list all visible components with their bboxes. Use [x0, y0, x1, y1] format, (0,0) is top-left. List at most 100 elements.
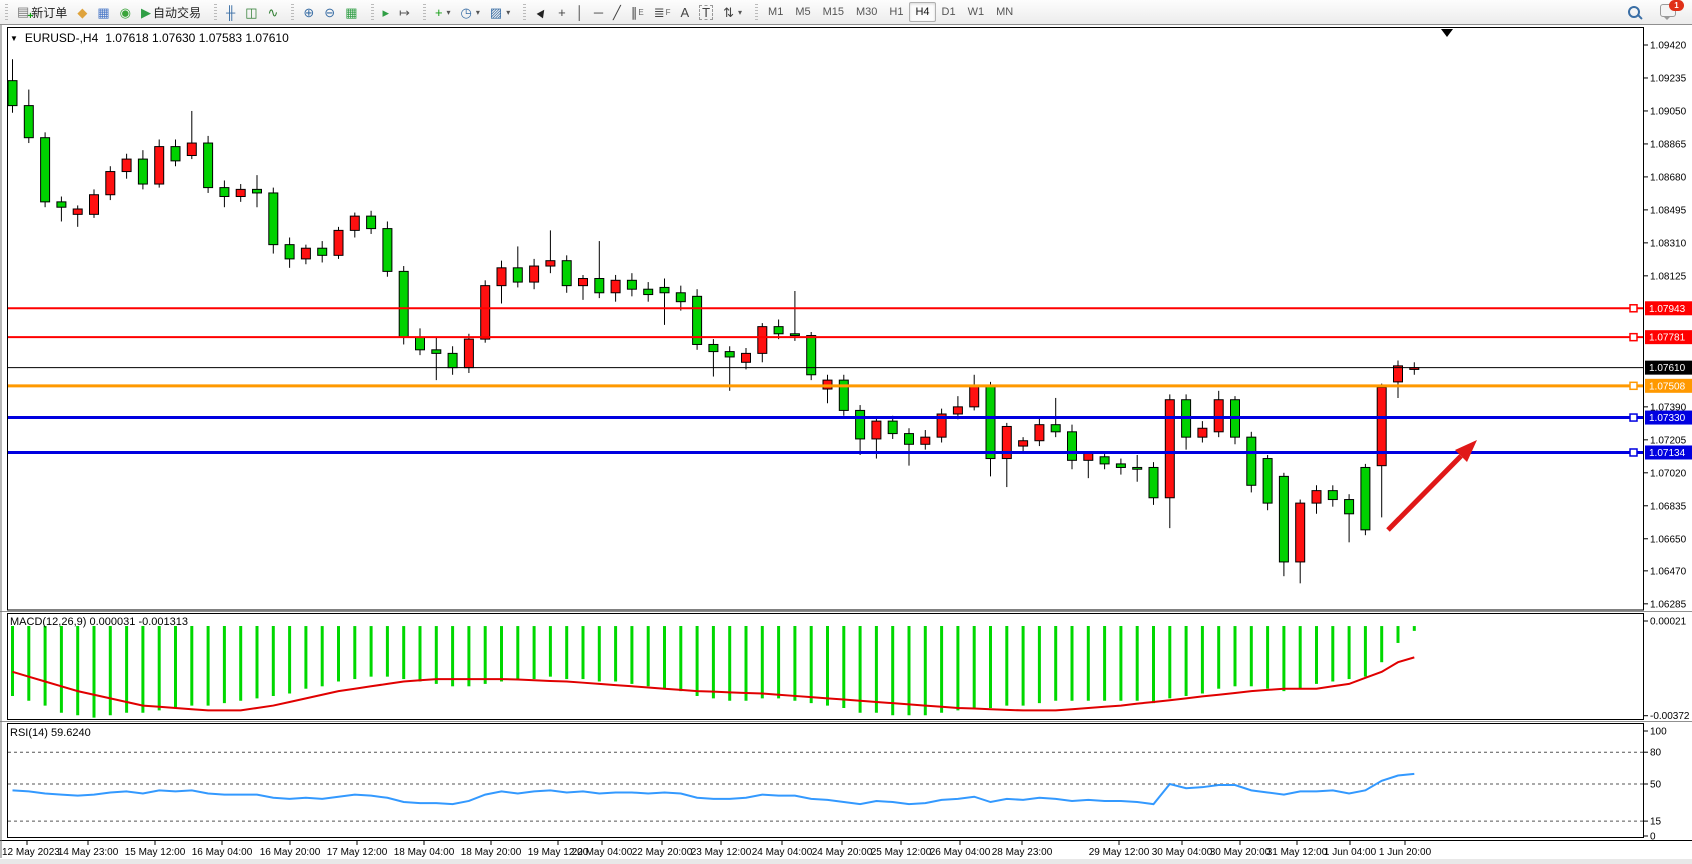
- templates-button[interactable]: ▨▾: [485, 0, 515, 24]
- chart-shift-button[interactable]: ↦: [394, 0, 415, 24]
- chart-canvas: 1.094201.092351.090501.088651.086801.084…: [0, 0, 1692, 864]
- horizontal-line-button[interactable]: ─: [589, 0, 608, 24]
- icon-subscript: E: [638, 8, 643, 17]
- bull-candle: [122, 159, 131, 171]
- bear-candle: [253, 189, 262, 193]
- arrows-button[interactable]: ⇅▾: [718, 0, 747, 24]
- vertical-line-button[interactable]: │: [571, 0, 589, 24]
- candlestick-icon: ◫: [245, 6, 257, 19]
- bull-candle: [1198, 428, 1207, 437]
- zoom-out-icon: ⊖: [324, 6, 335, 19]
- ohlc-values-label: 1.07618 1.07630 1.07583 1.07610: [105, 31, 289, 45]
- time-tick-label: 22 May 20:00: [632, 847, 693, 858]
- time-tick-label: 30 May 04:00: [1152, 847, 1213, 858]
- chevron-down-icon[interactable]: ▾: [476, 8, 480, 17]
- price-tick-label: 1.09420: [1650, 41, 1687, 52]
- rsi-axis-label: 50: [1650, 780, 1662, 791]
- bar-chart-icon: ╫: [226, 6, 235, 19]
- chevron-down-icon[interactable]: ▾: [506, 8, 510, 17]
- channel-button[interactable]: ∥E: [626, 0, 649, 24]
- price-label: 1.07508: [1649, 381, 1686, 392]
- hline-handle[interactable]: [1630, 334, 1637, 341]
- bull-candle: [530, 266, 539, 282]
- bar-chart-button[interactable]: ╫: [221, 0, 240, 24]
- bull-candle: [464, 339, 473, 368]
- indicator-plus-icon: +: [435, 6, 443, 19]
- autotrade-button[interactable]: ▶自动交易: [136, 0, 206, 24]
- bear-candle: [905, 434, 914, 445]
- timeframe-h4[interactable]: H4: [909, 2, 935, 22]
- periods-button[interactable]: ◷▾: [456, 0, 485, 24]
- zoom-in-button[interactable]: ⊕: [298, 0, 319, 24]
- timeframe-m1[interactable]: M1: [762, 2, 789, 22]
- navigator-button[interactable]: ▦: [92, 0, 114, 24]
- market-watch-button[interactable]: ◆: [72, 0, 92, 24]
- auto-scroll-button[interactable]: ▸: [378, 0, 395, 24]
- vertical-line-icon: │: [576, 6, 584, 19]
- macd-indicator-label: MACD(12,26,9) 0.000031 -0.001313: [10, 616, 188, 628]
- tile-windows-icon: ▦: [345, 6, 357, 19]
- bear-candle: [513, 268, 522, 282]
- rsi-axis-label: 15: [1650, 817, 1662, 828]
- bull-candle: [872, 421, 881, 439]
- text-label-button[interactable]: T: [694, 0, 718, 24]
- bear-candle: [1279, 476, 1288, 562]
- bear-candle: [1328, 491, 1337, 500]
- time-tick-label: 23 May 12:00: [691, 847, 752, 858]
- bear-candle: [285, 245, 294, 259]
- chart-shift-icon: ↦: [399, 6, 410, 19]
- candlestick-button[interactable]: ◫: [240, 0, 262, 24]
- crosshair-button[interactable]: +: [553, 0, 571, 24]
- timeframe-m5[interactable]: M5: [789, 2, 816, 22]
- bear-candle: [856, 410, 865, 439]
- time-tick-label: 25 May 12:00: [871, 847, 932, 858]
- crosshair-icon: +: [558, 6, 566, 19]
- hline-handle[interactable]: [1630, 449, 1637, 456]
- bear-candle: [774, 327, 783, 334]
- hline-handle[interactable]: [1630, 382, 1637, 389]
- time-tick-label: 14 May 23:00: [58, 847, 119, 858]
- trendline-button[interactable]: ╱: [608, 0, 626, 24]
- price-tick-label: 1.07020: [1650, 468, 1687, 479]
- indicators-button[interactable]: +▾: [430, 0, 456, 24]
- chevron-down-icon[interactable]: ▾: [738, 8, 742, 17]
- price-tick-label: 1.08495: [1650, 205, 1687, 216]
- line-chart-button[interactable]: ∿: [262, 0, 283, 24]
- tile-windows-button[interactable]: ▦: [340, 0, 362, 24]
- rsi-axis-label: 0: [1650, 832, 1656, 843]
- bear-candle: [416, 337, 425, 349]
- bear-candle: [24, 106, 33, 138]
- timeframe-h1[interactable]: H1: [883, 2, 909, 22]
- timeframe-d1[interactable]: D1: [936, 2, 962, 22]
- chat-button[interactable]: 1: [1655, 0, 1681, 24]
- fibonacci-button[interactable]: ≣F: [649, 0, 676, 24]
- hline-handle[interactable]: [1630, 305, 1637, 312]
- search-button[interactable]: [1623, 0, 1645, 24]
- price-tick-label: 1.09235: [1650, 73, 1687, 84]
- cursor-button[interactable]: ►: [530, 0, 553, 24]
- timeframe-m30[interactable]: M30: [850, 2, 883, 22]
- chart-background: [0, 25, 1692, 864]
- zoom-in-icon: ⊕: [303, 6, 314, 19]
- symbol-period-label: EURUSD-,H4: [25, 31, 98, 45]
- price-label: 1.07781: [1649, 333, 1686, 344]
- new-order-button[interactable]: ▤+新订单: [12, 0, 72, 24]
- zoom-out-button[interactable]: ⊖: [319, 0, 340, 24]
- timeframe-w1[interactable]: W1: [962, 2, 991, 22]
- terminal-button[interactable]: ◉: [115, 0, 136, 24]
- timeframe-mn[interactable]: MN: [990, 2, 1019, 22]
- chevron-down-icon[interactable]: ▾: [447, 8, 451, 17]
- bear-candle: [138, 159, 147, 184]
- bull-candle: [497, 268, 506, 286]
- chart-collapse-icon[interactable]: ▼: [10, 34, 18, 43]
- time-tick-label: 31 May 12:00: [1267, 847, 1328, 858]
- text-icon: A: [681, 6, 690, 19]
- bull-candle: [546, 261, 555, 266]
- equidistant-channel-icon: ∥: [631, 6, 638, 19]
- text-button[interactable]: A: [676, 0, 695, 24]
- time-tick-label: 16 May 04:00: [192, 847, 253, 858]
- line-chart-icon: ∿: [267, 6, 278, 19]
- hline-handle[interactable]: [1630, 414, 1637, 421]
- bull-candle: [334, 230, 343, 255]
- timeframe-m15[interactable]: M15: [817, 2, 850, 22]
